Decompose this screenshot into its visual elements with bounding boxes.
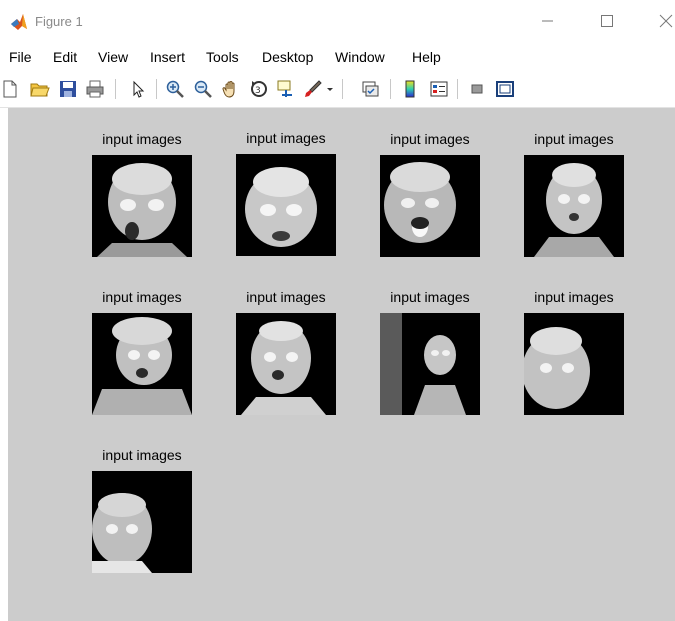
open-file-icon bbox=[30, 83, 50, 97]
toolbar-separator bbox=[342, 79, 343, 99]
hide-plot-tools-button[interactable] bbox=[467, 79, 487, 99]
menu-tools[interactable]: Tools bbox=[206, 49, 239, 65]
subplot-1: input images bbox=[82, 131, 202, 271]
title-bar: Figure 1 bbox=[0, 0, 675, 44]
link-plot-icon bbox=[362, 81, 379, 97]
subplot-title: input images bbox=[390, 131, 470, 147]
rotate-3d-button[interactable]: 3 bbox=[249, 79, 269, 99]
subplot-title: input images bbox=[534, 289, 614, 305]
zoom-in-button[interactable] bbox=[165, 79, 185, 99]
toolbar-separator bbox=[390, 79, 391, 99]
subplot-title: input images bbox=[534, 131, 614, 147]
save-icon bbox=[60, 81, 76, 97]
zoom-out-icon bbox=[194, 80, 212, 98]
menu-help[interactable]: Help bbox=[412, 49, 441, 65]
colorbar-icon bbox=[405, 80, 415, 98]
save-button[interactable] bbox=[58, 79, 78, 99]
subplot-9: input images bbox=[82, 447, 202, 587]
subplot-title: input images bbox=[102, 447, 182, 463]
new-figure-icon bbox=[3, 80, 17, 98]
subplot-title: input images bbox=[246, 130, 326, 146]
minimize-icon bbox=[542, 20, 553, 22]
close-icon bbox=[659, 14, 673, 28]
subplot-title: input images bbox=[102, 131, 182, 147]
window-title: Figure 1 bbox=[35, 14, 83, 29]
menu-view[interactable]: View bbox=[98, 49, 128, 65]
figure-toolbar: 3 bbox=[0, 70, 675, 108]
toolbar-separator bbox=[457, 79, 458, 99]
brush-button[interactable] bbox=[303, 79, 323, 99]
subplot-2: input images bbox=[226, 130, 346, 270]
subplot-3: input images bbox=[370, 131, 490, 271]
menu-file[interactable]: File bbox=[9, 49, 32, 65]
zoom-in-icon bbox=[166, 80, 184, 98]
subplot-title: input images bbox=[102, 289, 182, 305]
menu-edit[interactable]: Edit bbox=[53, 49, 77, 65]
print-icon bbox=[86, 80, 104, 98]
pan-button[interactable] bbox=[221, 79, 241, 99]
zoom-out-button[interactable] bbox=[193, 79, 213, 99]
pointer-icon bbox=[133, 80, 145, 98]
subplot-5: input images bbox=[82, 289, 202, 429]
open-file-button[interactable] bbox=[30, 79, 50, 99]
subplot-6: input images bbox=[226, 289, 346, 429]
thermal-face-image[interactable] bbox=[524, 155, 624, 257]
thermal-face-image[interactable] bbox=[92, 313, 192, 415]
pan-hand-icon bbox=[222, 81, 235, 98]
thermal-face-image[interactable] bbox=[92, 471, 192, 573]
show-plot-tools-button[interactable] bbox=[495, 79, 515, 99]
brush-icon bbox=[305, 80, 322, 97]
new-figure-button[interactable] bbox=[0, 79, 20, 99]
subplot-title: input images bbox=[390, 289, 470, 305]
legend-icon bbox=[430, 81, 448, 97]
subplot-4: input images bbox=[514, 131, 634, 271]
maximize-button[interactable] bbox=[596, 10, 618, 32]
thermal-face-image[interactable] bbox=[92, 155, 192, 257]
menu-desktop[interactable]: Desktop bbox=[262, 49, 313, 65]
menu-insert[interactable]: Insert bbox=[150, 49, 185, 65]
menu-window[interactable]: Window bbox=[335, 49, 385, 65]
thermal-face-image[interactable] bbox=[236, 154, 336, 256]
hide-plot-tools-icon bbox=[471, 84, 483, 94]
maximize-icon bbox=[601, 15, 613, 27]
thermal-face-image[interactable] bbox=[380, 313, 480, 415]
subplot-8: input images bbox=[514, 289, 634, 429]
pointer-button[interactable] bbox=[128, 79, 148, 99]
brush-dropdown-button[interactable] bbox=[325, 79, 335, 99]
minimize-button[interactable] bbox=[537, 10, 559, 32]
thermal-face-image[interactable] bbox=[236, 313, 336, 415]
toolbar-separator bbox=[156, 79, 157, 99]
subplot-7: input images bbox=[370, 289, 490, 429]
thermal-face-image[interactable] bbox=[380, 155, 480, 257]
insert-legend-button[interactable] bbox=[429, 79, 449, 99]
rotate-3d-icon: 3 bbox=[251, 81, 267, 97]
show-plot-tools-icon bbox=[496, 81, 514, 97]
figure-canvas: input images input images input images i… bbox=[8, 108, 675, 621]
thermal-face-image[interactable] bbox=[524, 313, 624, 415]
svg-text:3: 3 bbox=[255, 86, 261, 96]
toolbar-separator bbox=[115, 79, 116, 99]
matlab-logo-icon bbox=[11, 14, 27, 30]
print-button[interactable] bbox=[85, 79, 105, 99]
subplot-title: input images bbox=[246, 289, 326, 305]
menu-bar: File Edit View Insert Tools Desktop Wind… bbox=[0, 44, 675, 70]
close-button[interactable] bbox=[655, 10, 675, 32]
link-plot-button[interactable] bbox=[360, 79, 380, 99]
insert-colorbar-button[interactable] bbox=[400, 79, 420, 99]
data-cursor-button[interactable] bbox=[276, 79, 296, 99]
brush-dropdown-icon bbox=[327, 88, 333, 91]
data-cursor-icon bbox=[277, 80, 292, 97]
